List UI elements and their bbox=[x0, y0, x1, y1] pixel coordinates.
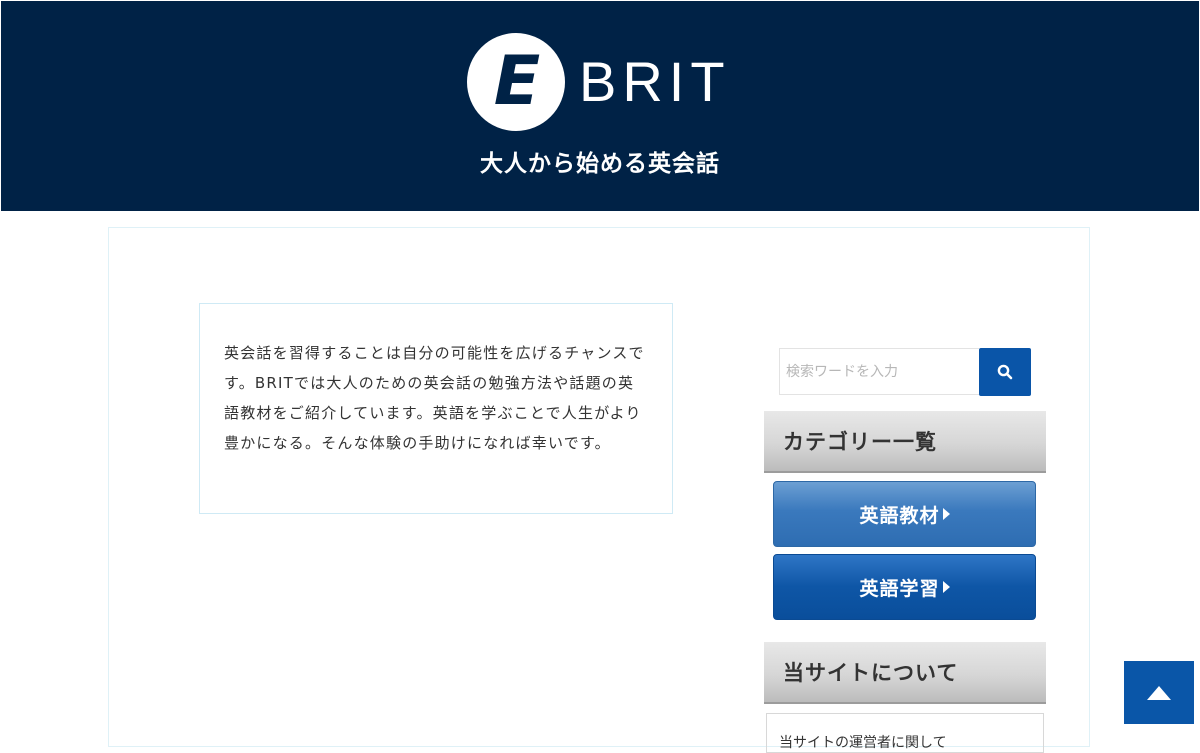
logo-text: BRIT bbox=[579, 50, 731, 113]
arrow-up-icon bbox=[1147, 685, 1171, 700]
about-text: 当サイトの運営者に関して bbox=[779, 735, 947, 751]
category-button-english-learning[interactable]: 英語学習 bbox=[773, 554, 1036, 620]
search-input[interactable] bbox=[779, 348, 979, 395]
caret-right-icon bbox=[942, 581, 950, 593]
intro-box: 英会話を習得することは自分の可能性を広げるチャンスです。BRITでは大人のための… bbox=[199, 303, 673, 514]
scroll-to-top-button[interactable] bbox=[1124, 661, 1194, 724]
search-icon bbox=[997, 364, 1013, 380]
about-widget-title: 当サイトについて bbox=[764, 642, 1046, 704]
category-widget-title: カテゴリー一覧 bbox=[764, 411, 1046, 473]
site-header: E BRIT 大人から始める英会話 bbox=[1, 1, 1199, 211]
about-widget-title-text: 当サイトについて bbox=[783, 661, 959, 685]
caret-right-icon bbox=[942, 508, 950, 520]
category-widget-title-text: カテゴリー一覧 bbox=[783, 430, 937, 454]
site-logo[interactable]: E BRIT bbox=[467, 32, 731, 132]
category-label: 英語教材 bbox=[859, 504, 940, 527]
logo-mark: E bbox=[467, 33, 565, 131]
category-button-english-materials[interactable]: 英語教材 bbox=[773, 481, 1036, 547]
intro-text: 英会話を習得することは自分の可能性を広げるチャンスです。BRITでは大人のための… bbox=[224, 344, 645, 452]
about-widget-body: 当サイトの運営者に関して bbox=[766, 713, 1044, 753]
site-tagline: 大人から始める英会話 bbox=[480, 151, 720, 177]
category-label: 英語学習 bbox=[859, 577, 940, 600]
search-button[interactable] bbox=[979, 348, 1031, 396]
